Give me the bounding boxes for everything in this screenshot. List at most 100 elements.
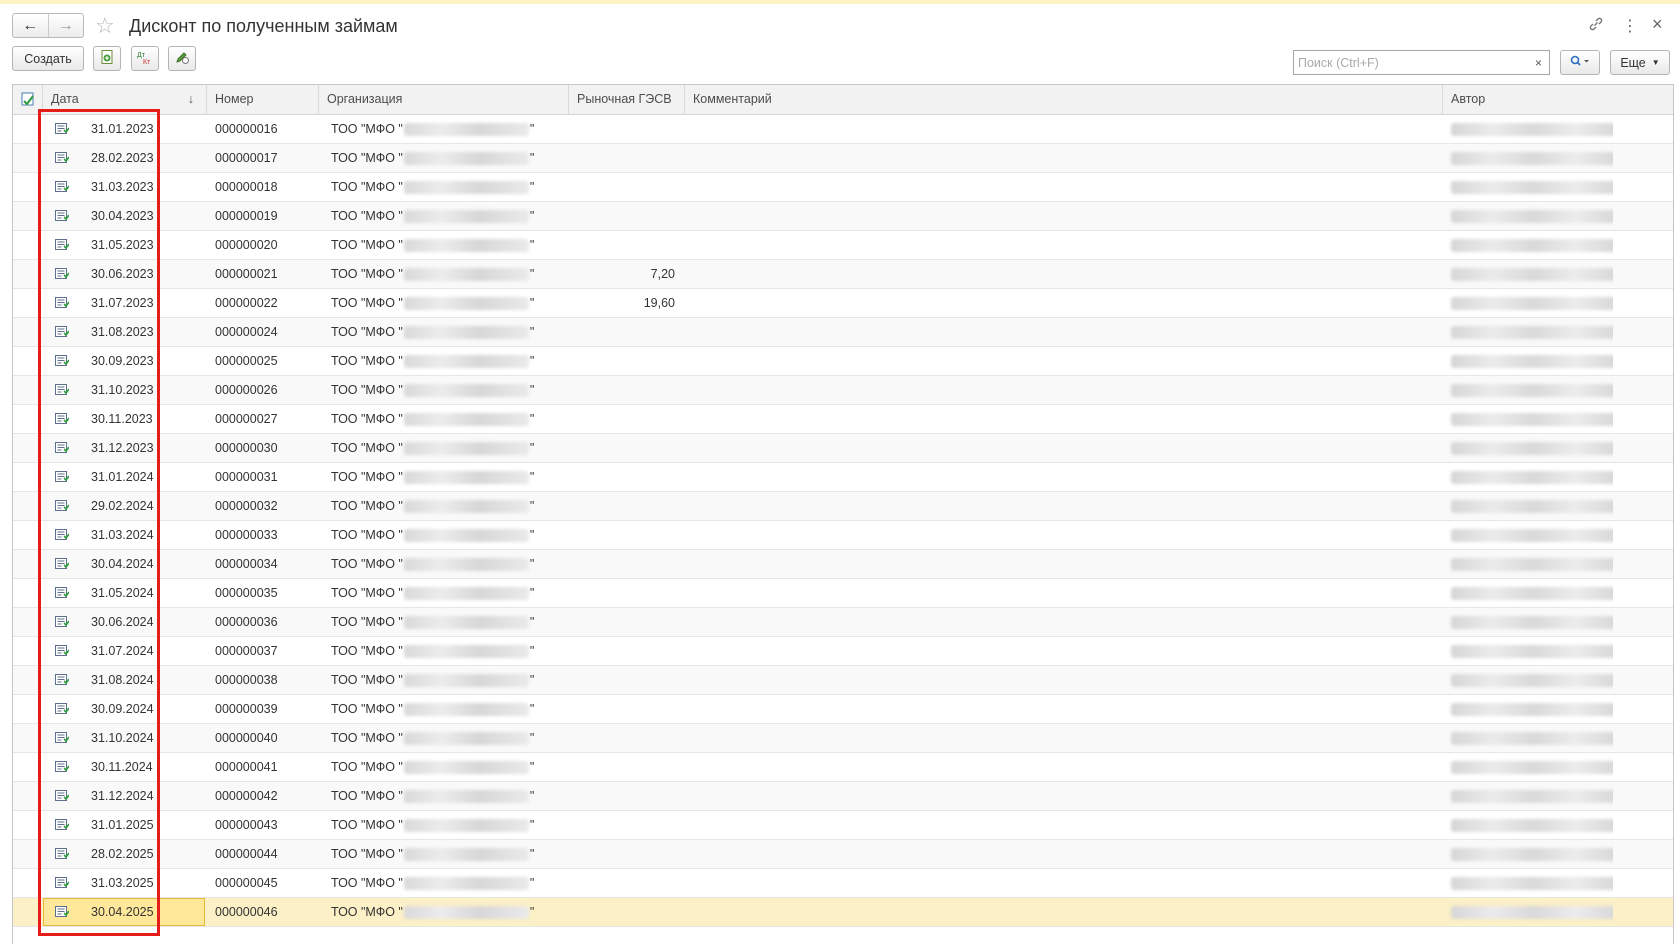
search-button[interactable] — [1560, 50, 1600, 75]
command-bar: Создать Дт Кт Поиск (Ctrl+F) × Еще ▼ — [0, 46, 1680, 78]
table-row[interactable]: 31.12.2023 000000030 ТОО "МФО " " — [13, 434, 1673, 463]
redacted-organization-name — [403, 616, 529, 630]
cell-number: 000000030 — [215, 441, 278, 455]
column-header-number[interactable]: Номер — [207, 85, 319, 114]
table-row[interactable]: 30.04.2025 000000046 ТОО "МФО " " — [13, 898, 1673, 927]
table-row[interactable]: 31.03.2024 000000033 ТОО "МФО " " — [13, 521, 1673, 550]
table-row[interactable]: 31.08.2023 000000024 ТОО "МФО " " — [13, 318, 1673, 347]
cell-author — [1443, 753, 1613, 781]
table-row[interactable]: 31.08.2024 000000038 ТОО "МФО " " — [13, 666, 1673, 695]
table-row[interactable]: 31.10.2023 000000026 ТОО "МФО " " — [13, 376, 1673, 405]
cell-date: 30.09.2024 — [91, 702, 154, 716]
redacted-organization-name — [403, 761, 529, 775]
column-header-rate[interactable]: Рыночная ГЭСВ — [569, 85, 685, 114]
cell-number: 000000042 — [215, 789, 278, 803]
posted-document-icon — [55, 529, 69, 540]
table-row[interactable]: 31.07.2024 000000037 ТОО "МФО " " — [13, 637, 1673, 666]
redacted-author-name — [1451, 355, 1613, 369]
cell-date: 30.04.2025 — [91, 905, 154, 919]
more-actions-icon[interactable]: ⋮ — [1622, 16, 1638, 36]
organization-prefix: ТОО "МФО " — [331, 238, 403, 252]
table-row[interactable]: 30.11.2024 000000041 ТОО "МФО " " — [13, 753, 1673, 782]
table-row[interactable]: 30.04.2023 000000019 ТОО "МФО " " — [13, 202, 1673, 231]
search-clear-button[interactable]: × — [1528, 50, 1550, 75]
table-row[interactable]: 30.09.2024 000000039 ТОО "МФО " " — [13, 695, 1673, 724]
table-row[interactable]: 31.03.2023 000000018 ТОО "МФО " " — [13, 173, 1673, 202]
table-row[interactable]: 31.01.2023 000000016 ТОО "МФО " " — [13, 115, 1673, 144]
status-column-header[interactable] — [13, 85, 43, 114]
posting-report-button[interactable]: Дт Кт — [131, 46, 159, 71]
table-row[interactable]: 29.02.2024 000000032 ТОО "МФО " " — [13, 492, 1673, 521]
redacted-organization-name — [403, 906, 529, 920]
organization-prefix: ТОО "МФО " — [331, 847, 403, 861]
column-header-comment[interactable]: Комментарий — [685, 85, 1443, 114]
table-row[interactable]: 31.07.2023 000000022 ТОО "МФО " " 19,60 — [13, 289, 1673, 318]
redacted-organization-name — [403, 790, 529, 804]
column-header-organization[interactable]: Организация — [319, 85, 569, 114]
cell-organization: ТОО "МФО " " — [319, 579, 569, 607]
cell-organization: ТОО "МФО " " — [319, 289, 569, 317]
organization-prefix: ТОО "МФО " — [331, 499, 403, 513]
table-row[interactable]: 31.01.2025 000000043 ТОО "МФО " " — [13, 811, 1673, 840]
create-button[interactable]: Создать — [12, 46, 84, 71]
organization-prefix: ТОО "МФО " — [331, 325, 403, 339]
copy-document-button[interactable] — [93, 46, 121, 71]
cell-organization: ТОО "МФО " " — [319, 492, 569, 520]
favorite-star-icon[interactable]: ☆ — [95, 13, 115, 39]
cell-rate — [569, 115, 685, 143]
cell-author — [1443, 666, 1613, 694]
cell-rate — [569, 521, 685, 549]
more-menu-button[interactable]: Еще ▼ — [1610, 50, 1670, 75]
cell-date: 31.01.2024 — [91, 470, 154, 484]
edit-document-button[interactable] — [168, 46, 196, 71]
column-header-date-label: Дата — [51, 92, 79, 106]
table-row[interactable]: 31.03.2025 000000045 ТОО "МФО " " — [13, 869, 1673, 898]
organization-prefix: ТОО "МФО " — [331, 586, 403, 600]
cell-author — [1443, 637, 1613, 665]
redacted-author-name — [1451, 877, 1613, 891]
table-row[interactable]: 31.01.2024 000000031 ТОО "МФО " " — [13, 463, 1673, 492]
forward-button[interactable]: → — [47, 14, 84, 37]
cell-organization: ТОО "МФО " " — [319, 869, 569, 897]
cell-author — [1443, 898, 1613, 926]
cell-number: 000000036 — [215, 615, 278, 629]
table-row[interactable]: 31.10.2024 000000040 ТОО "МФО " " — [13, 724, 1673, 753]
column-header-date[interactable]: Дата ↓ — [43, 85, 207, 114]
redacted-organization-name — [403, 645, 529, 659]
cell-number: 000000024 — [215, 325, 278, 339]
table-row[interactable]: 30.04.2024 000000034 ТОО "МФО " " — [13, 550, 1673, 579]
column-header-author[interactable]: Автор — [1443, 85, 1673, 114]
organization-suffix: " — [529, 151, 535, 165]
organization-suffix: " — [529, 702, 535, 716]
cell-author — [1443, 173, 1613, 201]
organization-suffix: " — [529, 818, 535, 832]
redacted-author-name — [1451, 616, 1613, 630]
cell-number: 000000017 — [215, 151, 278, 165]
cell-organization: ТОО "МФО " " — [319, 811, 569, 839]
organization-suffix: " — [529, 905, 535, 919]
posted-document-icon — [55, 355, 69, 366]
link-icon[interactable] — [1588, 16, 1604, 37]
table-row[interactable]: 28.02.2023 000000017 ТОО "МФО " " — [13, 144, 1673, 173]
organization-prefix: ТОО "МФО " — [331, 673, 403, 687]
organization-suffix: " — [529, 209, 535, 223]
redacted-organization-name — [403, 848, 529, 862]
redacted-author-name — [1451, 558, 1613, 572]
table-row[interactable]: 31.12.2024 000000042 ТОО "МФО " " — [13, 782, 1673, 811]
table-row[interactable]: 31.05.2024 000000035 ТОО "МФО " " — [13, 579, 1673, 608]
table-row[interactable]: 30.11.2023 000000027 ТОО "МФО " " — [13, 405, 1673, 434]
table-row[interactable]: 30.06.2023 000000021 ТОО "МФО " " 7,20 — [13, 260, 1673, 289]
pencil-icon — [174, 49, 190, 68]
cell-number: 000000031 — [215, 470, 278, 484]
cell-organization: ТОО "МФО " " — [319, 318, 569, 346]
cell-date: 28.02.2025 — [91, 847, 154, 861]
table-row[interactable]: 31.05.2023 000000020 ТОО "МФО " " — [13, 231, 1673, 260]
search-input[interactable]: Поиск (Ctrl+F) — [1293, 50, 1531, 75]
close-icon[interactable]: × — [1652, 14, 1663, 35]
table-row[interactable]: 30.09.2023 000000025 ТОО "МФО " " — [13, 347, 1673, 376]
cell-number: 000000016 — [215, 122, 278, 136]
organization-suffix: " — [529, 238, 535, 252]
table-row[interactable]: 28.02.2025 000000044 ТОО "МФО " " — [13, 840, 1673, 869]
back-button[interactable]: ← — [13, 14, 48, 37]
table-row[interactable]: 30.06.2024 000000036 ТОО "МФО " " — [13, 608, 1673, 637]
